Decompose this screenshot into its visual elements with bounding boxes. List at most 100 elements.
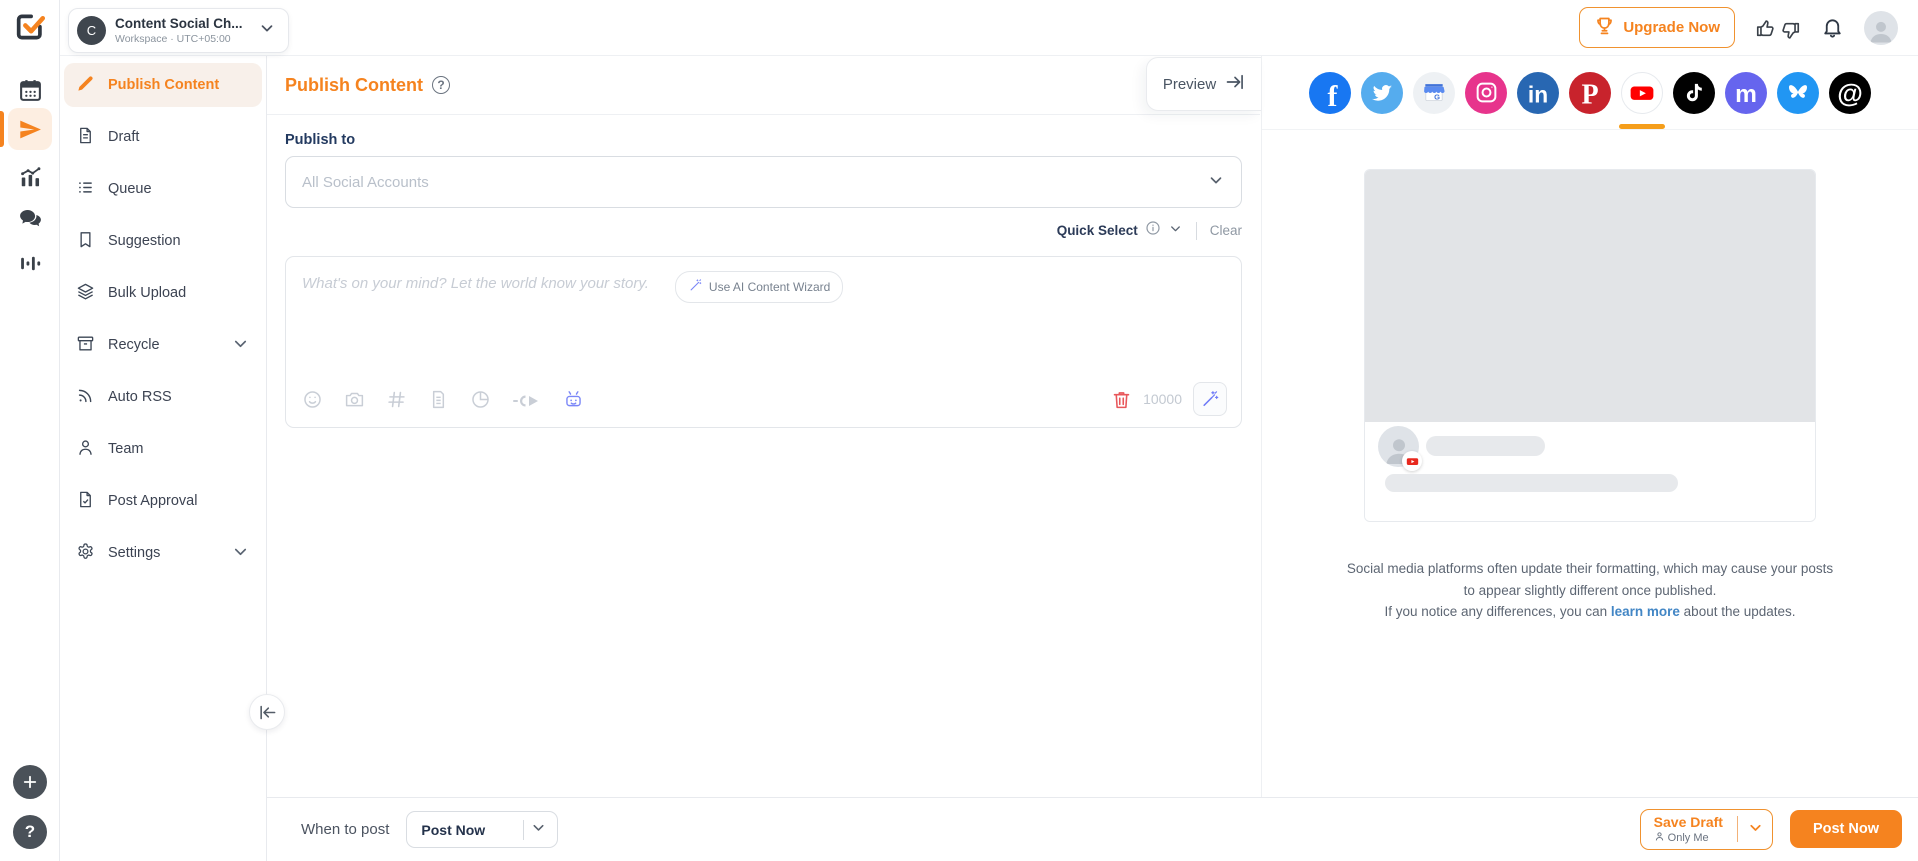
tiktok-icon (1673, 72, 1715, 114)
svg-text:P: P (1581, 79, 1598, 110)
youtube-icon (1621, 72, 1663, 114)
camera-icon[interactable] (344, 389, 365, 410)
schedule-value: Post Now (421, 822, 485, 838)
page-title: Publish Content (285, 75, 423, 96)
threads-icon: @ (1829, 72, 1871, 114)
emoji-icon[interactable] (302, 389, 323, 410)
svg-text:G: G (1434, 92, 1440, 101)
sidebar-item-settings[interactable]: Settings (64, 531, 262, 575)
queue-list-icon (76, 178, 95, 201)
sidebar-item-recycle[interactable]: Recycle (64, 323, 262, 367)
platform-tab-linkedin[interactable]: in (1517, 56, 1559, 129)
thumbs-down-icon[interactable] (1779, 20, 1801, 42)
trophy-icon (1594, 15, 1615, 40)
sidebar-menu: Publish Content Draft Queue Suggestion B… (60, 56, 267, 861)
pencil-icon (76, 74, 95, 97)
file-check-icon (76, 490, 95, 513)
chevron-down-icon (231, 334, 250, 357)
app-logo-icon[interactable] (13, 9, 47, 43)
workspace-name: Content Social Ch... (115, 16, 243, 33)
learn-more-link[interactable]: learn more (1611, 604, 1680, 619)
schedule-select[interactable]: Post Now (406, 811, 558, 848)
chevron-down-icon (1207, 171, 1225, 194)
preview-image-placeholder (1365, 170, 1815, 422)
divider (1196, 222, 1197, 240)
sidebar-collapse-button[interactable] (249, 694, 285, 730)
sidebar-item-auto-rss[interactable]: Auto RSS (64, 375, 262, 419)
sidebar-item-post-approval[interactable]: Post Approval (64, 479, 262, 523)
app-root: ? C Content Social Ch... Workspace · UTC… (0, 0, 1918, 861)
person-icon (76, 438, 95, 461)
platform-tab-instagram[interactable] (1465, 56, 1507, 129)
user-avatar[interactable] (1864, 11, 1898, 45)
upgrade-now-button[interactable]: Upgrade Now (1579, 7, 1735, 48)
platform-tab-twitter[interactable] (1361, 56, 1403, 129)
social-listening-icon[interactable] (0, 243, 60, 283)
composer-placeholder: What's on your mind? Let the world know … (302, 271, 649, 292)
hashtag-icon[interactable] (386, 389, 407, 410)
platform-tab-google-business[interactable]: G (1413, 56, 1455, 129)
sidebar-item-queue[interactable]: Queue (64, 167, 262, 211)
analytics-icon[interactable] (0, 156, 60, 196)
publish-paper-plane-icon[interactable] (0, 109, 60, 149)
chevron-down-icon (258, 19, 276, 42)
top-bar: C Content Social Ch... Workspace · UTC+0… (60, 0, 1918, 56)
platform-tabs: f G in P m @ (1262, 56, 1918, 130)
sidebar-item-suggestion[interactable]: Suggestion (64, 219, 262, 263)
quick-select-label[interactable]: Quick Select (1057, 223, 1138, 238)
formatting-disclaimer: Social media platforms often update thei… (1262, 558, 1918, 623)
composer-toolbar: 10000 (302, 382, 1227, 416)
workspace-subtitle: Workspace · UTC+05:00 (115, 33, 243, 45)
footer-bar: When to post Post Now Save Draft Only Me… (267, 797, 1918, 861)
ai-content-wizard-button[interactable]: Use AI Content Wizard (675, 271, 843, 303)
post-now-button[interactable]: Post Now (1790, 810, 1902, 848)
calendar-icon[interactable] (0, 70, 60, 110)
clear-button[interactable]: Clear (1210, 223, 1242, 238)
conversations-icon[interactable] (0, 198, 60, 238)
publish-to-label: Publish to (285, 132, 1242, 148)
notifications-bell-icon[interactable] (1821, 16, 1844, 39)
sidebar-item-team[interactable]: Team (64, 427, 262, 471)
info-circle-icon[interactable] (1145, 220, 1161, 241)
platform-tab-tiktok[interactable] (1673, 56, 1715, 129)
sidebar-item-publish-content[interactable]: Publish Content (64, 63, 262, 107)
magic-wand-button[interactable] (1193, 382, 1227, 416)
platform-tab-facebook[interactable]: f (1309, 56, 1351, 129)
thumbs-up-icon[interactable] (1755, 17, 1777, 39)
social-accounts-select[interactable]: All Social Accounts (285, 156, 1242, 208)
svg-text:in: in (1528, 81, 1548, 107)
platform-tab-pinterest[interactable]: P (1569, 56, 1611, 129)
mastodon-icon: m (1725, 72, 1767, 114)
trash-icon[interactable] (1111, 389, 1132, 410)
utm-plug-icon[interactable] (512, 389, 542, 410)
help-button[interactable]: ? (13, 815, 47, 849)
platform-tab-youtube[interactable] (1621, 56, 1663, 129)
save-draft-button[interactable]: Save Draft Only Me (1640, 809, 1773, 850)
composer-textarea[interactable]: What's on your mind? Let the world know … (285, 256, 1242, 428)
archive-box-icon (76, 334, 95, 357)
workspace-avatar: C (77, 16, 106, 45)
robot-icon[interactable] (563, 389, 584, 410)
preview-toggle-button[interactable]: Preview (1146, 57, 1261, 111)
divider (1737, 816, 1738, 842)
arrow-to-bar-right-icon (1225, 72, 1245, 96)
sidebar-item-draft[interactable]: Draft (64, 115, 262, 159)
when-to-post-label: When to post (301, 821, 389, 838)
publish-content-panel: Publish Content ? Preview Publish to All… (267, 56, 1260, 797)
layers-icon (76, 282, 95, 305)
chevron-down-icon[interactable] (1168, 221, 1183, 241)
add-button[interactable] (13, 765, 47, 799)
pinterest-icon: P (1569, 72, 1611, 114)
workspace-selector[interactable]: C Content Social Ch... Workspace · UTC+0… (68, 8, 289, 53)
sidebar-item-bulk-upload[interactable]: Bulk Upload (64, 271, 262, 315)
pie-chart-icon[interactable] (470, 389, 491, 410)
post-preview-card (1364, 169, 1816, 522)
rss-icon (76, 386, 95, 409)
bluesky-icon (1777, 72, 1819, 114)
platform-tab-mastodon[interactable]: m (1725, 56, 1767, 129)
platform-tab-bluesky[interactable] (1777, 56, 1819, 129)
document-icon[interactable] (428, 389, 449, 410)
platform-tab-threads[interactable]: @ (1829, 56, 1871, 129)
help-circle-icon[interactable]: ? (432, 76, 450, 94)
bookmark-icon (76, 230, 95, 253)
